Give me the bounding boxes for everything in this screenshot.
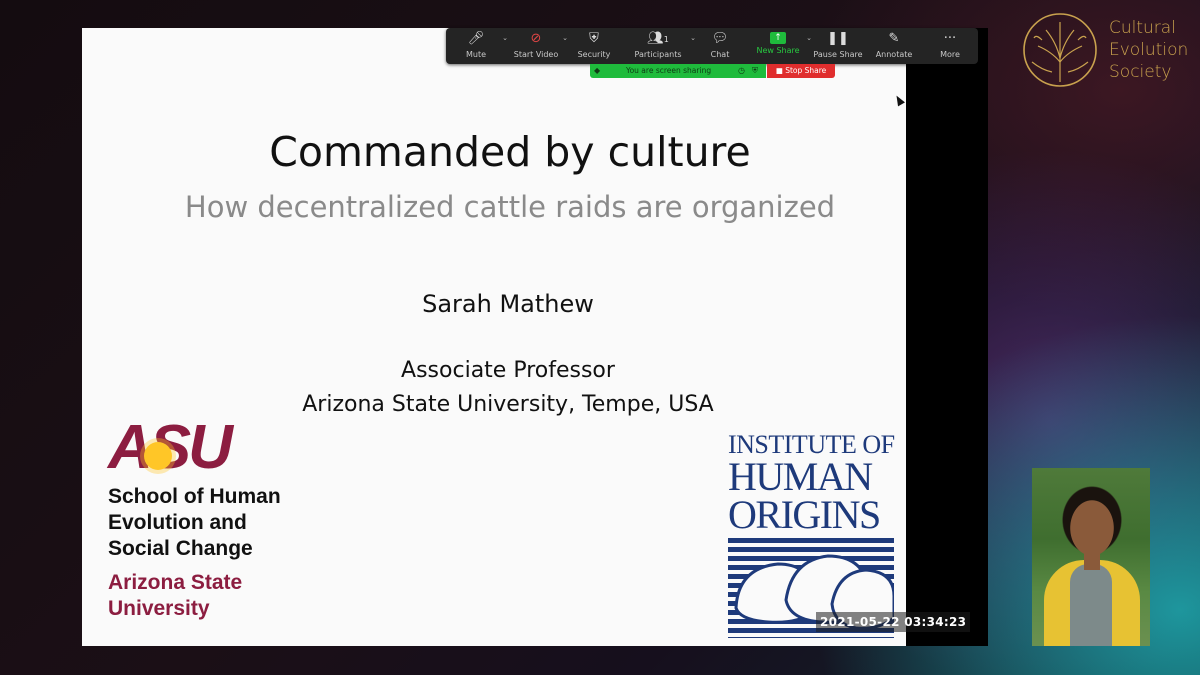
stop-icon: ■ <box>775 66 786 75</box>
meeting-toolbar: 🎤︎ Mute ⌄ ⊘ Start Video ⌄ ⛨ Security 👥︎1… <box>446 28 978 64</box>
pause-share-label: Pause Share <box>813 50 863 59</box>
new-share-button[interactable]: ↑ New Share ⌄ <box>746 28 812 64</box>
security-button[interactable]: ⛨ Security <box>566 28 622 64</box>
mute-button[interactable]: 🎤︎ Mute ⌄ <box>446 28 508 64</box>
shield-icon: ⛨ <box>589 31 599 46</box>
society-tree-emblem-icon <box>1023 13 1097 87</box>
society-name-line: Cultural <box>1109 18 1176 38</box>
participants-button[interactable]: 👥︎1 Participants ⌄ <box>622 28 697 64</box>
annotate-button[interactable]: ✎ Annotate <box>866 28 922 64</box>
security-label: Security <box>577 50 611 59</box>
slide-title: Commanded by culture <box>269 128 751 176</box>
participants-icon: 👥︎1 <box>647 31 669 46</box>
asu-university-name: Arizona State University <box>108 570 242 622</box>
slide-role: Associate Professor <box>401 358 615 383</box>
mouse-cursor-icon <box>893 93 905 107</box>
chat-label: Chat <box>710 50 730 59</box>
iho-logo: INSTITUTE OF HUMAN ORIGINS <box>728 432 896 638</box>
participants-count: 1 <box>663 35 669 44</box>
slide-subtitle: How decentralized cattle raids are organ… <box>184 190 836 224</box>
asu-university-line: Arizona State <box>108 571 243 594</box>
pause-share-button[interactable]: ❚❚ Pause Share <box>810 28 866 64</box>
speaker-shirt <box>1070 564 1112 646</box>
asu-sunburst-icon <box>144 442 172 470</box>
microphone-icon: 🎤︎ <box>467 31 485 46</box>
video-off-icon: ⊘ <box>530 31 542 46</box>
start-video-label: Start Video <box>513 50 559 59</box>
asu-school-line: Evolution and <box>108 511 247 534</box>
asu-school-line: Social Change <box>108 537 253 560</box>
mute-label: Mute <box>465 50 487 59</box>
stop-share-button[interactable]: ■ Stop Share <box>767 64 835 78</box>
iho-line: HUMAN <box>728 454 873 499</box>
speaker-neck <box>1084 548 1100 570</box>
new-share-label: New Share <box>756 46 800 55</box>
drag-handle-icon[interactable]: ◆ <box>594 64 600 78</box>
screen-sharing-label: You are screen sharing <box>626 66 712 75</box>
pause-icon: ❚❚ <box>827 31 849 46</box>
stop-share-label: Stop Share <box>785 66 827 75</box>
society-name: Cultural Evolution Society <box>1109 17 1188 83</box>
annotate-label: Annotate <box>875 50 913 59</box>
more-icon: ··· <box>943 31 957 46</box>
asu-school-name: School of Human Evolution and Social Cha… <box>108 484 281 562</box>
society-name-line: Evolution <box>1109 40 1189 60</box>
chat-button[interactable]: 💬︎ Chat <box>694 28 746 64</box>
pencil-icon: ✎ <box>888 31 900 46</box>
shared-screen: Commanded by culture How decentralized c… <box>82 28 988 646</box>
more-button[interactable]: ··· More <box>922 28 978 64</box>
asu-school-line: School of Human <box>108 485 281 508</box>
presentation-slide: Commanded by culture How decentralized c… <box>82 28 906 646</box>
share-arrow-icon: ↑ <box>770 32 786 44</box>
screen-sharing-banner[interactable]: ◆ You are screen sharing ◷ ⛨ <box>590 64 766 78</box>
participants-label: Participants <box>634 50 682 59</box>
iho-line: ORIGINS <box>728 492 881 537</box>
start-video-button[interactable]: ⊘ Start Video ⌄ <box>506 28 568 64</box>
slide-author: Sarah Mathew <box>422 290 594 318</box>
recording-timestamp: 2021-05-22 03:34:23 <box>816 612 971 632</box>
chat-icon: 💬︎ <box>711 31 729 46</box>
shield-check-icon: ⛨ <box>752 66 758 75</box>
more-label: More <box>940 50 960 59</box>
asu-university-line: University <box>108 597 210 620</box>
society-name-line: Society <box>1109 62 1172 82</box>
clock-icon: ◷ <box>738 66 745 75</box>
speaker-video-thumbnail[interactable] <box>1032 468 1150 646</box>
